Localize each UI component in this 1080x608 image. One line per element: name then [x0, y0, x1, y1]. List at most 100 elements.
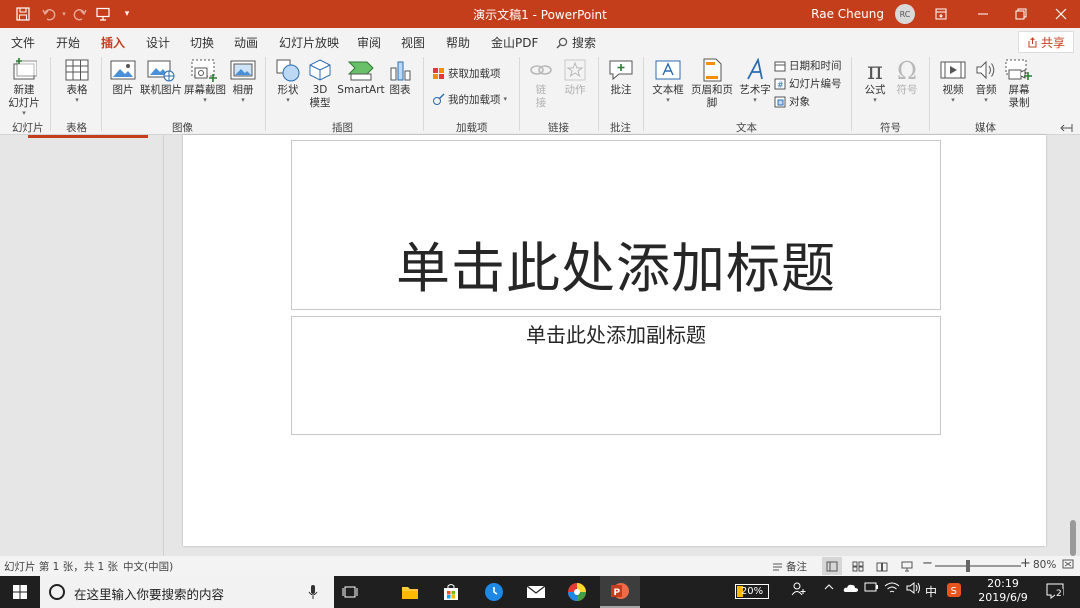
onedrive-icon[interactable]: [843, 582, 859, 597]
store-button[interactable]: [431, 576, 471, 608]
tab-kingsoft-pdf[interactable]: 金山PDF: [491, 34, 538, 51]
zoom-slider[interactable]: [935, 560, 1021, 572]
tab-design[interactable]: 设计: [146, 34, 170, 51]
textbox-button[interactable]: 文本框 ▾: [651, 58, 685, 104]
slide-sorter-icon: [852, 561, 864, 571]
action-center-button[interactable]: 2: [1046, 583, 1064, 602]
tab-slideshow[interactable]: 幻灯片放映: [279, 34, 339, 51]
slide-sorter-view-button[interactable]: [848, 557, 868, 575]
tab-help[interactable]: 帮助: [446, 34, 470, 51]
system-clock[interactable]: 20:19 2019/6/9: [968, 577, 1038, 605]
start-button[interactable]: [0, 576, 40, 608]
group-label-symbols: 符号: [880, 122, 901, 134]
task-view-icon: [342, 586, 358, 598]
slide-canvas[interactable]: 单击此处添加标题 单击此处添加副标题: [183, 135, 1046, 546]
chevron-down-icon: ▾: [666, 96, 670, 104]
link-button[interactable]: 链 接: [528, 58, 554, 110]
ribbon-display-options-icon[interactable]: [930, 4, 952, 24]
share-label: 共享: [1040, 35, 1065, 50]
chevron-down-icon: ▾: [984, 96, 988, 104]
notes-button[interactable]: 备注: [772, 559, 807, 574]
chevron-down-icon: ▾: [873, 96, 877, 104]
video-button[interactable]: 视频 ▾: [938, 58, 968, 104]
avatar[interactable]: RC: [895, 4, 915, 24]
search-icon: [556, 37, 568, 48]
new-slide-label: 新建 幻灯片: [8, 84, 40, 109]
symbol-button[interactable]: Ω 符号: [893, 58, 921, 97]
equation-button[interactable]: π 公式 ▾: [860, 58, 890, 104]
minimize-icon[interactable]: [972, 4, 994, 24]
3d-model-button[interactable]: 3D 模型: [306, 58, 334, 110]
svg-text:S: S: [951, 586, 957, 597]
tab-view[interactable]: 视图: [401, 34, 425, 51]
picture-label: 图片: [112, 84, 134, 96]
table-button[interactable]: 表格 ▾: [60, 58, 94, 104]
task-view-button[interactable]: [330, 576, 370, 608]
user-name[interactable]: Rae Cheung: [811, 7, 884, 21]
active-thumbnail-indicator: [28, 135, 148, 138]
language-indicator[interactable]: 中文(中国): [123, 559, 173, 574]
tab-transitions[interactable]: 切换: [190, 34, 214, 51]
slide-thumbnail-pane[interactable]: [0, 135, 164, 556]
file-explorer-button[interactable]: [390, 576, 430, 608]
group-label-illustrations: 插图: [332, 122, 353, 134]
windows-taskbar: 在这里输入你要搜索的内容 P 20% 中 S 20:19 2019/6/9 2: [0, 576, 1080, 608]
normal-view-button[interactable]: [822, 557, 842, 575]
input-method-indicator[interactable]: 中: [925, 583, 937, 600]
powerpoint-taskbar-button[interactable]: P: [600, 576, 640, 608]
smartart-button[interactable]: SmartArt: [337, 58, 385, 97]
restore-icon[interactable]: [1010, 4, 1032, 24]
battery-tray-icon[interactable]: [864, 582, 878, 595]
wordart-button[interactable]: 艺术字 ▾: [739, 58, 771, 104]
header-footer-button[interactable]: 页眉和页脚: [686, 58, 738, 110]
notes-label: 备注: [786, 561, 807, 573]
audio-button[interactable]: 音频 ▾: [971, 58, 1001, 104]
zoom-out-icon[interactable]: −: [922, 556, 933, 571]
comment-button[interactable]: 批注: [607, 58, 635, 97]
show-hidden-icons-icon[interactable]: [824, 582, 834, 595]
new-slide-button[interactable]: 新建 幻灯片 ▾: [6, 58, 42, 117]
screen-recording-button[interactable]: 屏幕 录制: [1003, 58, 1035, 110]
slideshow-view-button[interactable]: [897, 557, 917, 575]
action-button[interactable]: 动作: [561, 58, 589, 97]
zoom-level[interactable]: 80%: [1033, 559, 1056, 571]
close-icon[interactable]: [1050, 4, 1072, 24]
microphone-icon[interactable]: [308, 584, 318, 600]
group-label-tables: 表格: [66, 122, 87, 134]
shapes-button[interactable]: 形状 ▾: [273, 58, 303, 104]
my-addins-button[interactable]: 我的加载项 ▾: [432, 92, 507, 107]
battery-indicator[interactable]: 20%: [735, 584, 769, 599]
subtitle-placeholder[interactable]: 单击此处添加副标题: [291, 316, 941, 435]
tab-file[interactable]: 文件: [11, 34, 35, 51]
photo-app-button[interactable]: [557, 576, 597, 608]
online-picture-button[interactable]: 联机图片: [140, 58, 182, 97]
tab-insert[interactable]: 插入: [101, 34, 126, 56]
date-time-button[interactable]: 日期和时间: [774, 58, 842, 73]
get-addins-button[interactable]: 获取加载项: [432, 66, 501, 81]
tab-home[interactable]: 开始: [56, 34, 80, 51]
smartart-label: SmartArt: [337, 84, 385, 96]
wifi-icon[interactable]: [884, 581, 900, 598]
fit-slide-icon[interactable]: [1062, 558, 1074, 573]
people-icon[interactable]: [791, 581, 807, 600]
zoom-in-icon[interactable]: +: [1020, 556, 1031, 571]
picture-button[interactable]: 图片: [108, 58, 138, 97]
slide-number-button[interactable]: # 幻灯片编号: [774, 76, 842, 91]
chart-button[interactable]: 图表: [387, 58, 413, 97]
vertical-scrollbar[interactable]: [1070, 520, 1076, 556]
sogou-ime-icon[interactable]: S: [946, 582, 962, 601]
clock-app-button[interactable]: [474, 576, 514, 608]
zoom-slider-thumb[interactable]: [966, 560, 970, 572]
photo-album-button[interactable]: 相册 ▾: [229, 58, 257, 104]
taskbar-search-box[interactable]: 在这里输入你要搜索的内容: [40, 576, 334, 608]
tell-me-search[interactable]: 搜索: [556, 34, 596, 51]
share-button[interactable]: 共享: [1018, 31, 1074, 53]
screenshot-button[interactable]: 屏幕截图 ▾: [183, 58, 227, 104]
reading-view-button[interactable]: [872, 557, 892, 575]
object-button[interactable]: 对象: [774, 94, 810, 109]
tab-review[interactable]: 审阅: [357, 34, 381, 51]
mail-button[interactable]: [516, 576, 556, 608]
title-placeholder[interactable]: 单击此处添加标题: [291, 140, 941, 310]
volume-icon[interactable]: [905, 581, 921, 598]
tab-animations[interactable]: 动画: [234, 34, 258, 51]
